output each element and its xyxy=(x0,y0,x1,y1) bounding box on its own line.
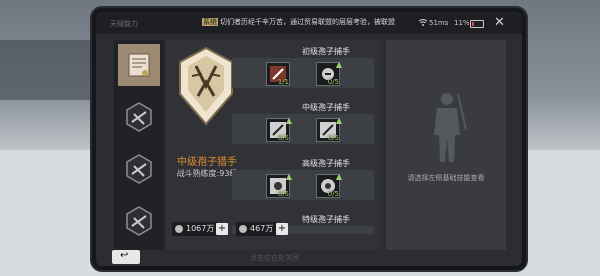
badge-icon xyxy=(126,206,152,236)
footer-note: 点击空白处关闭 xyxy=(250,254,299,262)
background-building xyxy=(0,40,100,100)
gem-value: 467万 xyxy=(250,224,274,233)
wifi-icon xyxy=(418,19,428,28)
rank-name: 中级孢子猎手 xyxy=(177,157,237,168)
gem-icon xyxy=(239,225,247,233)
back-arrow-icon: ↩ xyxy=(120,250,129,261)
upgrade-arrow-icon: ▲ xyxy=(335,172,342,181)
tab-skill-1[interactable] xyxy=(118,44,160,86)
skill-slot[interactable]: ▲ 0/5 xyxy=(266,172,292,198)
skill-slot[interactable]: 1/1 xyxy=(266,62,290,86)
tier-row: ▲ 0/5 ▲ 0/5 xyxy=(232,114,374,144)
coin-currency: 1067万 xyxy=(172,222,219,236)
skill-slot[interactable]: ▲ 0/5 xyxy=(266,116,292,142)
battery-icon xyxy=(470,20,484,28)
device-frame: 天赋能力 系统 切们者历经千辛万苦，通过贸易联盟的层层考验，被联盟 51ms 11… xyxy=(92,8,526,270)
select-skill-hint: 请选择左侧基础技能查看 xyxy=(407,174,485,182)
skill-slot[interactable]: ▲ 0/5 xyxy=(316,116,342,142)
tier-title: 高级孢子捕手 xyxy=(302,159,350,168)
skill-count: 0/5 xyxy=(327,190,339,198)
coin-value: 1067万 xyxy=(186,224,215,233)
close-icon[interactable]: ✕ xyxy=(494,15,505,30)
hunter-silhouette-icon xyxy=(434,93,467,162)
battery-readout: 11% xyxy=(454,19,470,27)
badge-icon xyxy=(126,154,152,184)
add-gem-button[interactable]: + xyxy=(276,223,288,235)
certificate-icon xyxy=(128,53,150,77)
tab-skill-2[interactable] xyxy=(118,96,160,138)
skill-slot[interactable]: ▲ 0/5 xyxy=(316,172,342,198)
upgrade-arrow-icon: ▲ xyxy=(335,60,342,69)
skill-count: 1/1 xyxy=(277,78,289,86)
upgrade-arrow-icon: ▲ xyxy=(335,116,342,125)
gem-currency: 467万 xyxy=(236,222,278,236)
skill-tree-panel: 中级孢子猎手 战斗熟练度:93级 初级孢子捕手 1/1 ▲ 0/5 中级孢子捕手 xyxy=(166,40,380,250)
rank-emblem-icon xyxy=(179,46,233,126)
tab-skill-3[interactable] xyxy=(118,148,160,190)
news-text: 切们者历经千辛万苦，通过贸易联盟的层层考验，被联盟 xyxy=(220,18,395,26)
ping-readout: 51ms xyxy=(429,19,449,27)
window-title: 天赋能力 xyxy=(110,20,138,28)
add-coin-button[interactable]: + xyxy=(216,223,228,235)
skill-count: 0/5 xyxy=(277,134,289,142)
upgrade-arrow-icon: ▲ xyxy=(285,172,292,181)
status-bar: 天赋能力 系统 切们者历经千辛万苦，通过贸易联盟的层层考验，被联盟 51ms 11… xyxy=(96,12,522,34)
tier-row: ▲ 0/5 ▲ 0/5 xyxy=(232,170,374,200)
tier-title: 初级孢子捕手 xyxy=(302,47,350,56)
tier-row: 1/1 ▲ 0/5 xyxy=(232,58,374,88)
tab-skill-4[interactable] xyxy=(118,200,160,242)
tier-title: 中级孢子捕手 xyxy=(302,103,350,112)
upgrade-arrow-icon: ▲ xyxy=(285,116,292,125)
tier-title: 特级孢子捕手 xyxy=(302,215,350,224)
talent-window: 天赋能力 系统 切们者历经千辛万苦，通过贸易联盟的层层考验，被联盟 51ms 11… xyxy=(96,12,522,266)
news-tag: 系统 xyxy=(202,18,218,26)
skill-count: 0/5 xyxy=(277,190,289,198)
skill-detail-panel: 请选择左侧基础技能查看 xyxy=(386,40,506,250)
skill-tab-list xyxy=(114,40,164,250)
skill-count: 0/5 xyxy=(327,78,339,86)
coin-icon xyxy=(175,225,183,233)
skill-count: 0/5 xyxy=(327,134,339,142)
news-ticker: 系统 切们者历经千辛万苦，通过贸易联盟的层层考验，被联盟 xyxy=(202,17,412,27)
badge-icon xyxy=(126,102,152,132)
back-button[interactable]: ↩ xyxy=(112,250,140,264)
skill-slot[interactable]: ▲ 0/5 xyxy=(316,60,342,86)
